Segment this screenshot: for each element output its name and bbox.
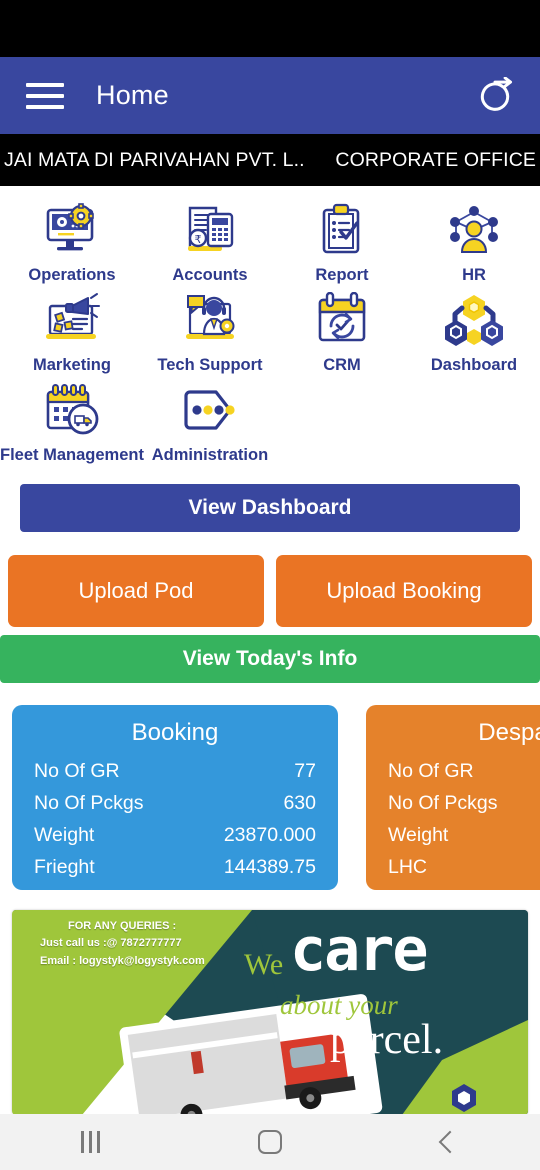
promo-banner[interactable]: FOR ANY QUERIES : Just call us :@ 787277…: [12, 910, 528, 1116]
home-icon: [258, 1130, 282, 1154]
svg-text:₹: ₹: [194, 233, 201, 246]
stat-row: Weight: [388, 819, 540, 851]
stat-card-booking[interactable]: Booking No Of GR 77 No Of Pckgs 630 Weig…: [12, 705, 338, 891]
upload-button-row: Upload Pod Upload Booking: [8, 555, 532, 628]
stat-row: LHC: [388, 851, 540, 883]
stat-label: No Of GR: [388, 759, 474, 782]
company-name: JAI MATA DI PARIVAHAN PVT. L..: [4, 148, 305, 171]
recent-apps-button[interactable]: [45, 1114, 135, 1170]
upload-pod-button[interactable]: Upload Pod: [8, 555, 264, 628]
stat-card-title: Despatch: [478, 719, 540, 747]
stat-row: No Of GR 77: [34, 755, 316, 787]
grid-item-accounts[interactable]: ₹ Accounts: [144, 198, 276, 286]
stat-label: No Of GR: [34, 759, 120, 782]
stat-label: No Of Pckgs: [34, 791, 144, 814]
grid-label: Report: [315, 266, 369, 284]
promo-parcel-text: parcel.: [330, 1017, 444, 1064]
system-navigation-bar: [0, 1114, 540, 1170]
view-dashboard-button[interactable]: View Dashboard: [20, 484, 520, 533]
grid-item-dashboard[interactable]: Dashboard: [408, 288, 540, 376]
grid-label: Administration: [151, 446, 269, 465]
tag-dots-icon: [178, 382, 242, 440]
home-button[interactable]: [225, 1114, 315, 1170]
stat-label: No Of Pckgs: [388, 791, 498, 814]
stat-value: 144389.75: [223, 855, 316, 878]
headset-agent-icon: [178, 292, 242, 350]
stat-value: 630: [283, 791, 316, 814]
stat-label: Weight: [388, 823, 449, 846]
promo-email: Email : logystyk@logystyk.com: [40, 954, 205, 967]
grid-label: Marketing: [33, 356, 111, 375]
promo-we-text: We: [244, 948, 284, 982]
clipboard-check-icon: [310, 202, 374, 260]
calendar-truck-icon: [40, 382, 104, 440]
grid-label: Tech Support: [157, 356, 263, 375]
promo-contact-block: FOR ANY QUERIES : Just call us :@ 787277…: [40, 918, 205, 969]
grid-item-tech-support[interactable]: Tech Support: [144, 288, 276, 376]
app-screen: Home JAI MATA DI PARIVAHAN PVT. L.. CORP…: [0, 0, 540, 1170]
hexagon-nodes-icon: [442, 292, 506, 350]
page-title: Home: [96, 80, 169, 110]
back-chevron-icon: [438, 1130, 462, 1154]
back-button[interactable]: [405, 1114, 495, 1170]
stat-cards-carousel[interactable]: Booking No Of GR 77 No Of Pckgs 630 Weig…: [0, 705, 540, 891]
company-strip: JAI MATA DI PARIVAHAN PVT. L.. CORPORATE…: [0, 134, 540, 186]
stat-row: No Of Pckgs: [388, 787, 540, 819]
promo-care-text: care: [290, 915, 428, 986]
hamburger-menu-icon[interactable]: [26, 81, 66, 111]
stat-value: 23870.000: [223, 823, 316, 846]
stat-row: No Of Pckgs 630: [34, 787, 316, 819]
module-grid: Operations ₹ Accounts Report HR Marketin…: [0, 186, 540, 470]
stat-row: Weight 23870.000: [34, 819, 316, 851]
stat-value: 77: [294, 759, 316, 782]
grid-item-fleet-management[interactable]: Fleet Management: [0, 378, 144, 466]
app-bar: Home: [0, 57, 540, 134]
stat-label: Weight: [34, 823, 95, 846]
logout-icon[interactable]: [476, 76, 514, 115]
status-bar: [0, 0, 540, 57]
invoice-calculator-icon: ₹: [178, 202, 242, 260]
stat-card-despatch[interactable]: Despatch No Of GR No Of Pckgs Weight LHC: [366, 705, 540, 891]
person-network-icon: [442, 202, 506, 260]
stat-row: No Of GR: [388, 755, 540, 787]
grid-item-administration[interactable]: Administration: [144, 378, 276, 466]
grid-label: Operations: [28, 266, 116, 284]
grid-item-crm[interactable]: CRM: [276, 288, 408, 376]
grid-item-marketing[interactable]: Marketing: [0, 288, 144, 376]
stat-card-title: Booking: [131, 719, 219, 747]
megaphone-laptop-icon: [40, 292, 104, 350]
stat-label: LHC: [388, 855, 428, 878]
grid-label: Dashboard: [430, 356, 518, 375]
grid-item-operations[interactable]: Operations: [0, 198, 144, 286]
view-today-info-button[interactable]: View Today's Info: [0, 635, 540, 684]
grid-label: CRM: [323, 356, 361, 375]
stat-label: Frieght: [34, 855, 95, 878]
grid-label: Accounts: [172, 266, 248, 284]
grid-item-hr[interactable]: HR: [408, 198, 540, 286]
recent-apps-icon: [80, 1131, 100, 1153]
stat-row: Frieght 144389.75: [34, 851, 316, 883]
grid-label: HR: [462, 266, 486, 284]
promo-queries-title: FOR ANY QUERIES :: [68, 920, 177, 933]
calendar-refresh-icon: [310, 292, 374, 350]
office-name: CORPORATE OFFICE: [335, 148, 536, 171]
grid-label: Fleet Management: [0, 446, 144, 465]
upload-booking-button[interactable]: Upload Booking: [276, 555, 532, 628]
monitor-gear-icon: [40, 202, 104, 260]
promo-phone: Just call us :@ 7872777777: [40, 937, 182, 950]
grid-item-report[interactable]: Report: [276, 198, 408, 286]
